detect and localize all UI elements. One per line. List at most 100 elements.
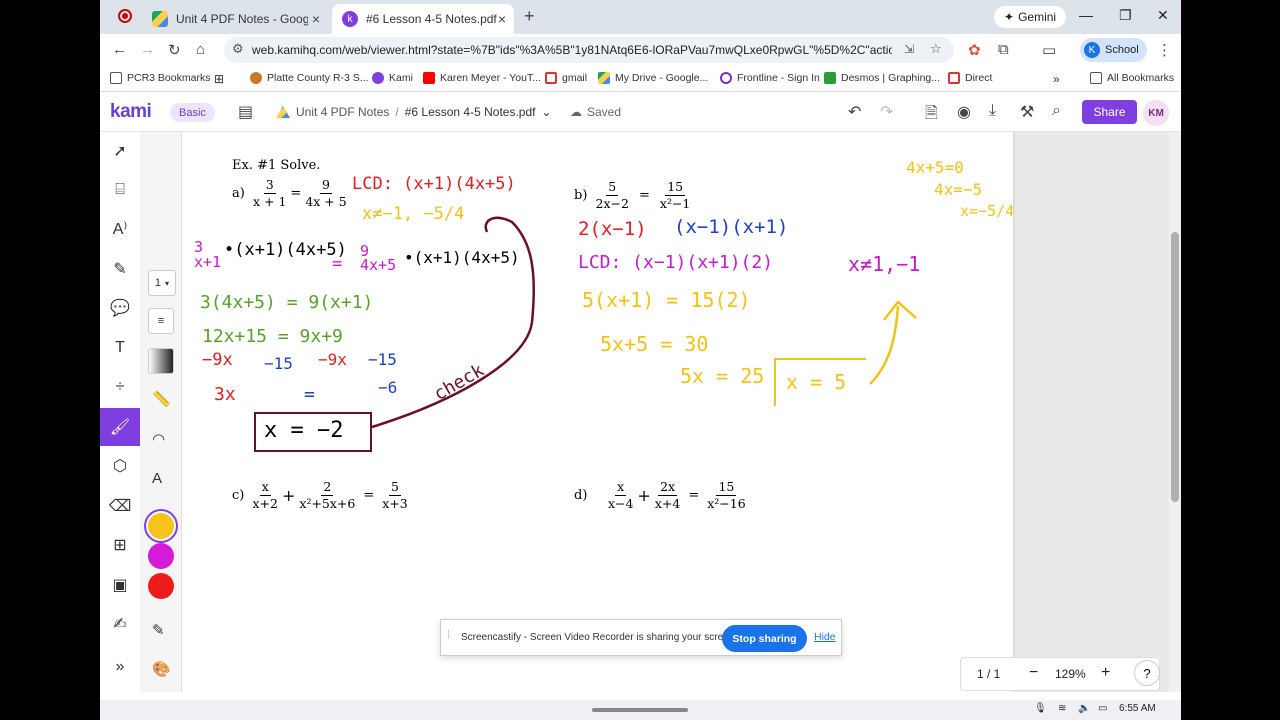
page-indicator[interactable]: 1 / 1 <box>977 667 1000 681</box>
color-yellow[interactable] <box>148 513 174 539</box>
wifi-icon[interactable]: ≋ <box>1058 703 1066 714</box>
more-bookmarks-icon[interactable]: » <box>1053 72 1060 86</box>
tab-kami-notes[interactable]: k #6 Lesson 4-5 Notes.pdf × <box>332 4 514 34</box>
window-close-icon[interactable]: ✕ <box>1157 7 1169 24</box>
text-select-tool-icon[interactable]: ⌸ <box>100 171 140 209</box>
comment-icon[interactable]: 💬 <box>100 289 140 327</box>
toolbox-icon[interactable]: ⚒ <box>1020 102 1034 122</box>
color-magenta[interactable] <box>148 543 174 569</box>
clock[interactable]: 6:55 AM <box>1119 703 1156 714</box>
chevron-down-icon[interactable]: ⌄ <box>541 105 551 119</box>
extension-puzzle-color-icon[interactable]: ✿ <box>968 41 981 59</box>
bookmark-item[interactable]: My Drive - Google... <box>598 72 708 84</box>
bookmark-item[interactable]: Direct <box>948 72 992 84</box>
all-bookmarks[interactable]: All Bookmarks <box>1090 72 1174 84</box>
search-icon[interactable]: ⌕ <box>1052 102 1061 120</box>
side-panel-icon[interactable]: ▭ <box>1042 41 1056 59</box>
image-icon[interactable]: ▣ <box>100 566 140 604</box>
breadcrumb-folder[interactable]: Unit 4 PDF Notes <box>296 105 389 119</box>
line-style-button[interactable]: ≡ <box>148 308 174 334</box>
eye-icon[interactable]: ◉ <box>957 102 971 122</box>
home-icon[interactable]: ⌂ <box>196 41 205 58</box>
shapes-icon[interactable]: ⬡ <box>100 447 140 485</box>
equation-icon[interactable]: ÷ <box>100 368 140 406</box>
user-avatar[interactable]: KM <box>1143 100 1169 126</box>
handwriting-icon[interactable]: A <box>152 470 162 487</box>
bookmark-item[interactable]: Platte County R-3 S... <box>250 72 369 84</box>
ai-add-media-icon[interactable]: ⊞ <box>100 526 140 564</box>
palette-icon[interactable]: 🎨 <box>152 660 171 678</box>
close-icon[interactable]: × <box>498 11 506 27</box>
zoom-in-icon[interactable]: + <box>1101 664 1110 682</box>
profile-avatar: K <box>1084 42 1100 58</box>
close-icon[interactable]: × <box>312 11 320 27</box>
protractor-icon[interactable]: ◠ <box>152 430 165 448</box>
pdf-page[interactable]: Ex. #1 Solve. a) 3x + 1 = 9 4x + 5 b) 5 2x… <box>182 132 1014 692</box>
equation-label: d) <box>574 488 588 503</box>
minimize-icon[interactable]: — <box>1079 7 1093 23</box>
install-icon[interactable]: ⇲ <box>904 42 914 56</box>
battery-icon[interactable]: ▭ <box>1098 703 1107 714</box>
download-icon[interactable]: ⤓ <box>989 102 996 120</box>
document-viewer[interactable]: Ex. #1 Solve. a) 3x + 1 = 9 4x + 5 b) 5 2x… <box>182 132 1181 692</box>
bookmark-item[interactable]: Kami <box>372 72 413 84</box>
back-icon[interactable]: ← <box>112 41 127 58</box>
highlighter-icon[interactable]: ✎ <box>100 250 140 288</box>
stroke-size-select[interactable]: 1 ▾ <box>148 270 176 296</box>
expand-icon[interactable]: » <box>100 648 140 686</box>
denominator: x−4 <box>607 496 634 511</box>
kami-logo[interactable]: kami <box>110 101 152 123</box>
apps-grid-icon[interactable]: ⊞ <box>214 72 224 86</box>
equals-sign: = <box>290 186 302 201</box>
pen-icon[interactable]: ✎ <box>152 621 165 639</box>
recording-icon[interactable] <box>118 9 132 23</box>
volume-icon[interactable]: 🔈 <box>1078 703 1090 714</box>
mic-icon[interactable]: 🎙 <box>1034 703 1047 714</box>
hide-link[interactable]: Hide <box>814 631 836 643</box>
omnibox[interactable]: ⚙ web.kamihq.com/web/viewer.html?state=%… <box>224 37 954 63</box>
document-icon[interactable]: 🗎 <box>925 102 938 129</box>
vertical-scrollbar[interactable] <box>1169 132 1181 692</box>
forward-icon[interactable]: → <box>140 41 155 58</box>
site-info-icon[interactable]: ⚙ <box>232 41 244 57</box>
signature-icon[interactable]: ✍ <box>100 605 140 643</box>
url-text[interactable]: web.kamihq.com/web/viewer.html?state=%7B… <box>252 43 892 57</box>
draw-tool-icon[interactable]: 🖌 <box>100 408 140 446</box>
plan-badge[interactable]: Basic <box>170 103 215 122</box>
equation-b: b) 5 2x−2 = 15 x²−1 <box>574 180 694 211</box>
bookmark-item[interactable]: Desmos | Graphing... <box>824 72 940 84</box>
bookmark-item[interactable]: Karen Meyer - YouT... <box>423 72 541 84</box>
gemini-button[interactable]: ✦ Gemini <box>994 6 1067 28</box>
share-button[interactable]: Share <box>1082 100 1137 124</box>
undo-icon[interactable]: ↶ <box>848 102 861 122</box>
bookmark-label: Platte County R-3 S... <box>267 72 369 84</box>
stop-sharing-button[interactable]: Stop sharing <box>722 625 807 652</box>
bookmark-item[interactable]: gmail <box>545 72 587 84</box>
ruler-icon[interactable]: 📏 <box>152 390 171 408</box>
help-button[interactable]: ? <box>1134 660 1160 686</box>
scrollbar-thumb[interactable] <box>1171 232 1179 502</box>
zoom-out-icon[interactable]: − <box>1029 664 1038 682</box>
archive-icon[interactable]: ▤ <box>238 102 253 122</box>
opacity-button[interactable] <box>148 348 174 374</box>
menu-icon[interactable]: ⋮ <box>1157 41 1172 59</box>
page-zoom-controls: 1 / 1 − 129% + <box>960 657 1160 691</box>
drag-handle-icon[interactable]: ⁞ <box>447 630 450 641</box>
zoom-level[interactable]: 129% <box>1055 667 1086 681</box>
profile-button[interactable]: K School <box>1080 38 1147 62</box>
text-tool-icon[interactable]: T <box>100 329 140 367</box>
color-red[interactable] <box>148 573 174 599</box>
bookmark-item[interactable]: Frontline - Sign In <box>720 72 820 84</box>
redo-icon[interactable]: ↷ <box>880 102 893 122</box>
bookmark-item[interactable]: PCR3 Bookmarks <box>110 72 210 84</box>
eraser-icon[interactable]: ⌫ <box>100 487 140 525</box>
reload-icon[interactable]: ↻ <box>168 41 181 59</box>
bookmark-star-icon[interactable]: ☆ <box>930 41 942 57</box>
breadcrumb-file[interactable]: #6 Lesson 4-5 Notes.pdf <box>405 105 536 119</box>
restore-icon[interactable]: ❐ <box>1119 7 1132 24</box>
tab-google-drive[interactable]: Unit 4 PDF Notes - Google Drive × <box>142 4 328 34</box>
select-tool-icon[interactable]: ➚ <box>100 132 140 170</box>
text-to-speech-icon[interactable]: A⁾ <box>100 210 140 248</box>
extensions-icon[interactable]: ⧉ <box>998 41 1009 58</box>
new-tab-icon[interactable]: + <box>524 6 535 27</box>
